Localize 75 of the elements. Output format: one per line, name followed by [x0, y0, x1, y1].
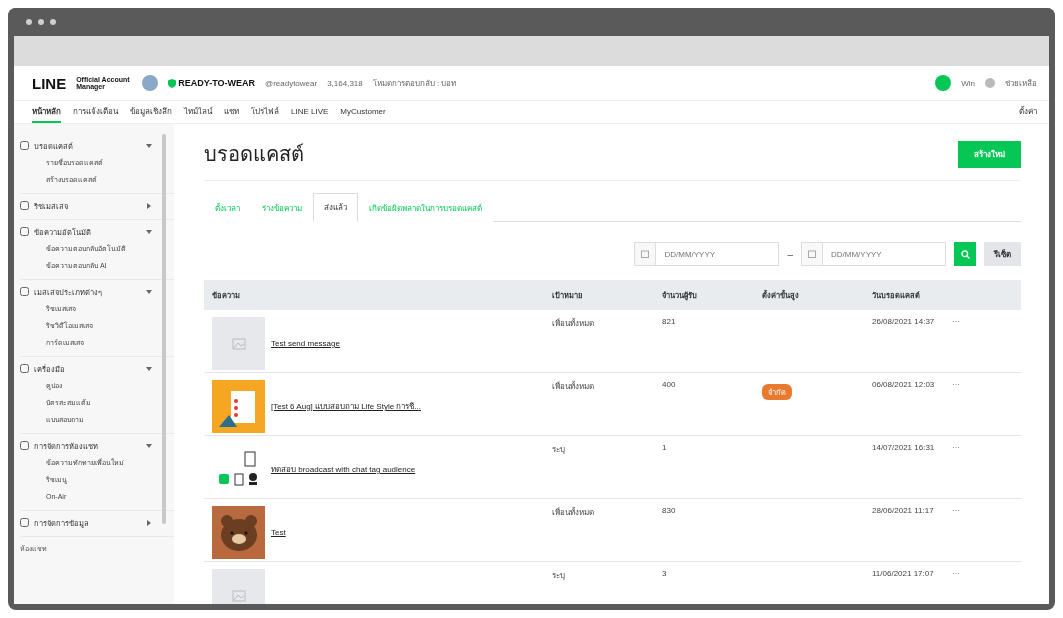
table-cell-text: เพื่อนทั้งหมด	[552, 506, 595, 519]
user-avatar[interactable]	[935, 75, 952, 91]
image-placeholder-icon	[231, 337, 246, 350]
menu-group-icon	[20, 518, 29, 527]
message-link[interactable]: Test	[271, 528, 286, 537]
table-cell-text: 3	[662, 569, 668, 578]
date-input[interactable]: DD/MM/YYYY	[823, 242, 946, 266]
table-cell-text: 400	[662, 380, 677, 389]
calendar-icon	[808, 250, 816, 258]
nav-tab[interactable]: แชท	[224, 101, 239, 123]
account-id: @readytowear	[265, 78, 318, 88]
menu-group-icon	[20, 287, 29, 296]
menu-group-icon	[20, 141, 29, 150]
user-name[interactable]: Win	[961, 78, 975, 88]
search-button[interactable]	[954, 242, 976, 266]
table-cell-text: เพื่อนทั้งหมด	[552, 380, 595, 393]
caret-icon	[146, 202, 152, 209]
table-cell-text: 14/07/2021 16:31	[872, 443, 936, 452]
message-link[interactable]: Test send message	[271, 339, 340, 348]
more-button[interactable]: ···	[952, 443, 960, 452]
help-icon[interactable]	[985, 78, 995, 88]
more-button[interactable]: ···	[952, 380, 960, 389]
tab[interactable]: ส่งแล้ว	[313, 193, 358, 222]
more-button[interactable]: ···	[952, 569, 960, 578]
caret-icon	[146, 288, 152, 295]
window-dot[interactable]	[26, 19, 32, 25]
table-cell-text: เพื่อนทั้งหมด	[552, 317, 595, 330]
caret-icon	[146, 228, 152, 235]
range-dash: –	[787, 248, 793, 260]
window-dot[interactable]	[50, 19, 56, 25]
table-cell-text: 06/08/2021 12:03	[872, 380, 936, 389]
shield-icon	[168, 78, 177, 88]
table-cell-text: ระบุ	[552, 444, 566, 456]
reset-button[interactable]: รีเซ็ต	[984, 242, 1021, 266]
caret-icon	[146, 519, 152, 526]
more-button[interactable]: ···	[952, 317, 960, 326]
settings-link[interactable]: ตั้งค่า	[1019, 101, 1037, 123]
window-dot[interactable]	[38, 19, 44, 25]
scrollbar[interactable]	[162, 134, 166, 524]
image-placeholder-icon	[231, 589, 246, 602]
message-link[interactable]: ทดสอบ broadcast with chat tag audience	[271, 463, 416, 476]
date-input[interactable]: DD/MM/YYYY	[656, 242, 780, 266]
response-mode[interactable]: โหมดการตอบกลับ : บอท	[372, 76, 457, 90]
caret-icon	[146, 142, 152, 149]
nav-tab[interactable]: โปรไฟล์	[251, 101, 279, 123]
caret-icon	[146, 442, 152, 449]
menu-group-icon	[20, 364, 29, 373]
nav-tab[interactable]: ไทม์ไลน์	[184, 101, 212, 123]
calendar-button[interactable]	[634, 242, 657, 266]
calendar-button[interactable]	[801, 242, 823, 266]
table-cell-text: 28/06/2021 11:17	[872, 506, 935, 515]
page-title: บรอดแคสต์	[204, 142, 304, 167]
caret-icon	[146, 365, 152, 372]
nav-tab[interactable]: MyCustomer	[340, 101, 386, 123]
account-name[interactable]: READY-TO-WEAR	[178, 78, 255, 88]
table-cell-text: 11/06/2021 17:07	[872, 569, 935, 578]
more-button[interactable]: ···	[952, 506, 960, 515]
search-icon	[960, 249, 970, 259]
nav-tab[interactable]: ข้อมูลเชิงลึก	[130, 101, 172, 123]
table-cell-text: 26/08/2021 14:37	[872, 317, 936, 326]
table-cell-text: 821	[662, 317, 677, 326]
table-cell-text: ระบุ	[552, 570, 566, 582]
calendar-icon	[641, 250, 650, 258]
table-cell-text: 1	[662, 443, 668, 452]
nav-tab[interactable]: LINE LIVE	[291, 101, 329, 123]
table-cell-text: 830	[662, 506, 677, 515]
menu-group-icon	[20, 227, 29, 236]
nav-tab[interactable]: การแจ้งเตือน	[73, 101, 118, 123]
message-link[interactable]: [Test 6 Aug] แบบสอบถาม Life Style การชี...	[271, 400, 422, 413]
logo-text: LINE	[32, 74, 67, 92]
menu-group-icon	[20, 441, 29, 450]
menu-group-icon	[20, 201, 29, 210]
friend-count: 3,164,318	[327, 78, 363, 88]
help-link[interactable]: ช่วยเหลือ	[1005, 76, 1037, 90]
avatar	[142, 75, 159, 91]
